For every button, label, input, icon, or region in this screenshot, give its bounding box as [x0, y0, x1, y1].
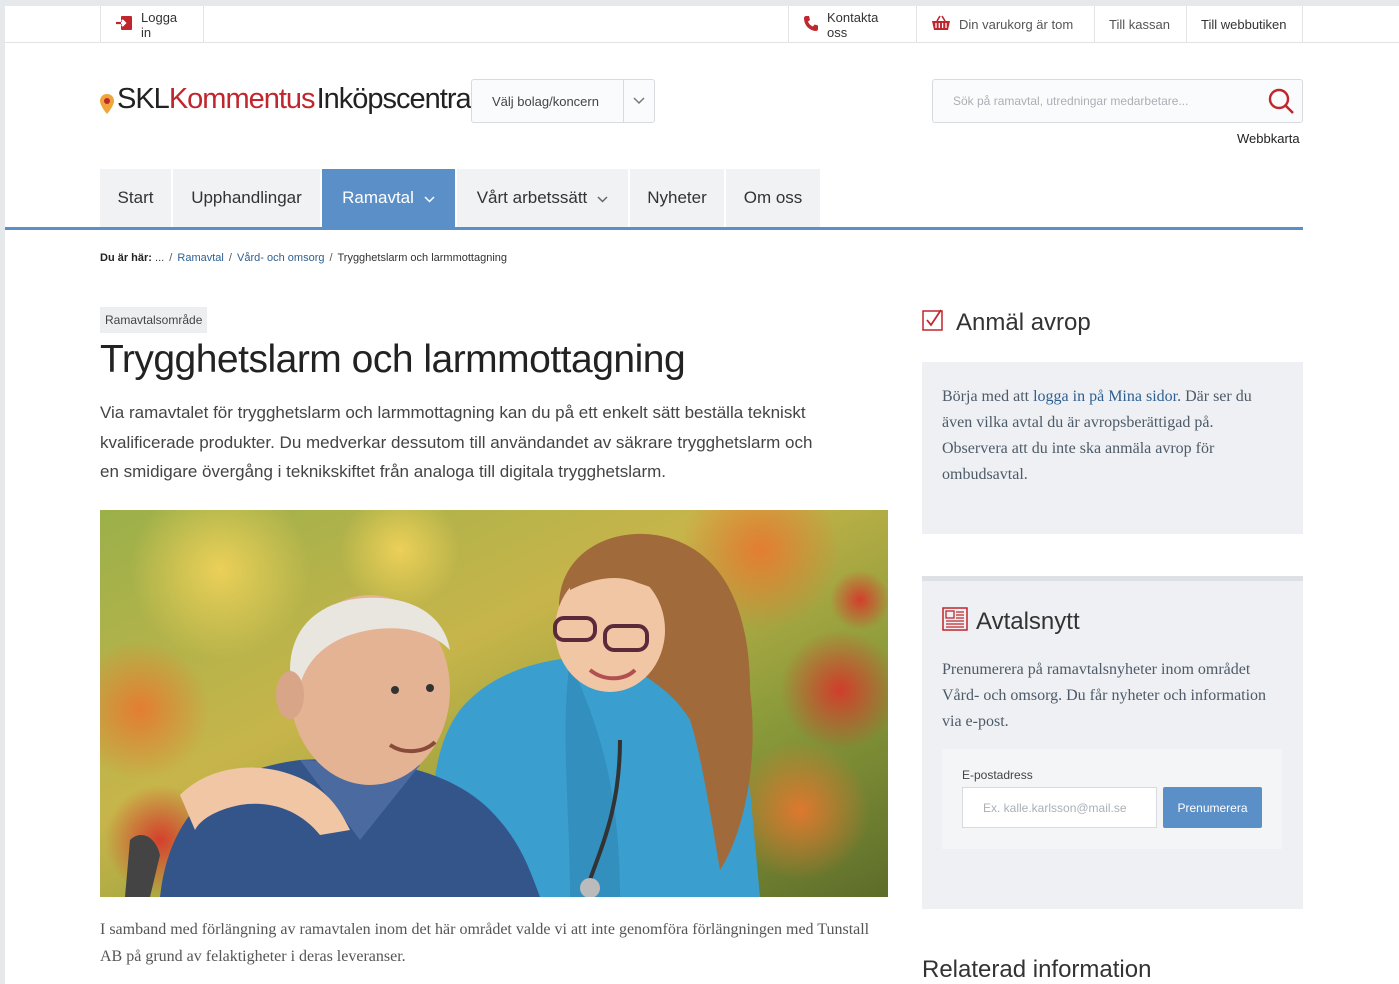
avrop-text-before: Börja med att	[942, 388, 1034, 405]
logo-text-inkopscentral: Inköpscentral	[316, 82, 477, 115]
search-icon[interactable]	[1266, 86, 1296, 116]
sitemap-link[interactable]: Webbkarta	[1237, 131, 1300, 146]
nav-item-label: Start	[117, 188, 154, 207]
breadcrumb-ellipsis[interactable]: ...	[155, 252, 164, 264]
login-icon	[115, 15, 133, 34]
logo-text-skl: SKL	[117, 82, 170, 115]
webshop-link[interactable]: Till webbutiken	[1186, 6, 1303, 43]
nav-item-label: Upphandlingar	[191, 188, 302, 207]
logo-pin-icon	[100, 89, 114, 114]
newsletter-form: E-postadress Prenumerera	[942, 749, 1282, 849]
breadcrumb-separator: /	[228, 252, 232, 264]
company-select-label: Välj bolag/koncern	[492, 93, 599, 109]
nav-item-label: Nyheter	[647, 188, 707, 207]
mina-sidor-login-link[interactable]: logga in på Mina sidor	[1033, 388, 1177, 405]
lead-paragraph: Via ramavtalet för trygghetslarm och lar…	[100, 403, 813, 481]
nav-item-vart-arbetssatt[interactable]: Vårt arbetssätt	[457, 169, 628, 227]
newsletter-text: Prenumerera på ramavtalsnyheter inom omr…	[942, 661, 1267, 730]
contact-link[interactable]: Kontakta oss	[788, 6, 916, 43]
newsletter-heading: Avtalsnytt	[942, 607, 1080, 636]
checkbox-icon	[922, 308, 944, 337]
breadcrumb-item-vard-och-omsorg[interactable]: Vård- och omsorg	[237, 252, 324, 264]
nav-item-start[interactable]: Start	[100, 169, 171, 227]
checkout-link[interactable]: Till kassan	[1094, 6, 1186, 43]
page-title: Trygghetslarm och larmmottagning	[100, 338, 686, 381]
newspaper-icon	[942, 607, 968, 636]
search-box	[932, 79, 1303, 123]
nav-item-label: Vårt arbetssätt	[476, 188, 588, 207]
breadcrumb-item-current: Trygghetslarm och larmmottagning	[337, 252, 508, 264]
breadcrumb-separator: /	[329, 252, 333, 264]
breadcrumb-separator: /	[169, 252, 173, 264]
utility-bar: Logga in Kontakta oss Din varukorg är to…	[5, 6, 1399, 43]
hero-image	[100, 510, 888, 897]
login-link[interactable]: Logga in	[100, 6, 204, 43]
avrop-heading: Anmäl avrop	[922, 308, 1091, 337]
search-input[interactable]	[933, 80, 1253, 122]
page-frame: Logga in Kontakta oss Din varukorg är to…	[0, 0, 1399, 984]
chevron-down-icon	[597, 188, 608, 208]
nav-item-upphandlingar[interactable]: Upphandlingar	[173, 169, 320, 227]
phone-icon	[803, 15, 819, 35]
related-heading: Relaterad information	[922, 956, 1152, 983]
logo-text-kommentus: Kommentus	[168, 82, 316, 115]
nav-item-om-oss[interactable]: Om oss	[726, 169, 820, 227]
nav-item-label: Ramavtal	[342, 188, 414, 207]
image-caption: I samband med förlängning av ramavtalen …	[100, 921, 870, 965]
nav-item-label: Om oss	[743, 188, 803, 207]
breadcrumb: Du är här: ... / Ramavtal / Vård- och om…	[100, 252, 507, 264]
main-nav: Start Upphandlingar Ramavtal Vårt arbets…	[5, 169, 1303, 230]
cart-label: Din varukorg är tom	[959, 17, 1074, 32]
email-label: E-postadress	[962, 768, 1033, 782]
chevron-down-icon	[623, 80, 654, 122]
breadcrumb-item-ramavtal[interactable]: Ramavtal	[177, 252, 223, 264]
site-logo[interactable]: SKL Kommentus Inköpscentral	[100, 82, 477, 115]
cart-link[interactable]: Din varukorg är tom	[916, 6, 1094, 43]
contact-label: Kontakta oss	[827, 9, 879, 40]
nav-item-ramavtal[interactable]: Ramavtal	[322, 169, 455, 227]
basket-icon	[931, 15, 951, 34]
checkout-label: Till kassan	[1109, 17, 1170, 32]
company-select[interactable]: Välj bolag/koncern	[471, 79, 655, 123]
newsletter-box: Avtalsnytt Prenumerera på ramavtalsnyhet…	[922, 576, 1303, 909]
login-label: Logga in	[141, 9, 178, 40]
category-tag[interactable]: Ramavtalsområde	[100, 307, 208, 333]
breadcrumb-lead: Du är här:	[100, 252, 152, 264]
avrop-box: Börja med att logga in på Mina sidor. Dä…	[922, 362, 1303, 534]
nav-item-nyheter[interactable]: Nyheter	[630, 169, 724, 227]
webshop-label: Till webbutiken	[1201, 17, 1287, 32]
newsletter-title: Avtalsnytt	[976, 607, 1080, 635]
avrop-title: Anmäl avrop	[956, 308, 1091, 336]
email-field[interactable]	[962, 787, 1157, 828]
chevron-down-icon	[424, 188, 435, 208]
subscribe-button[interactable]: Prenumerera	[1163, 787, 1262, 828]
